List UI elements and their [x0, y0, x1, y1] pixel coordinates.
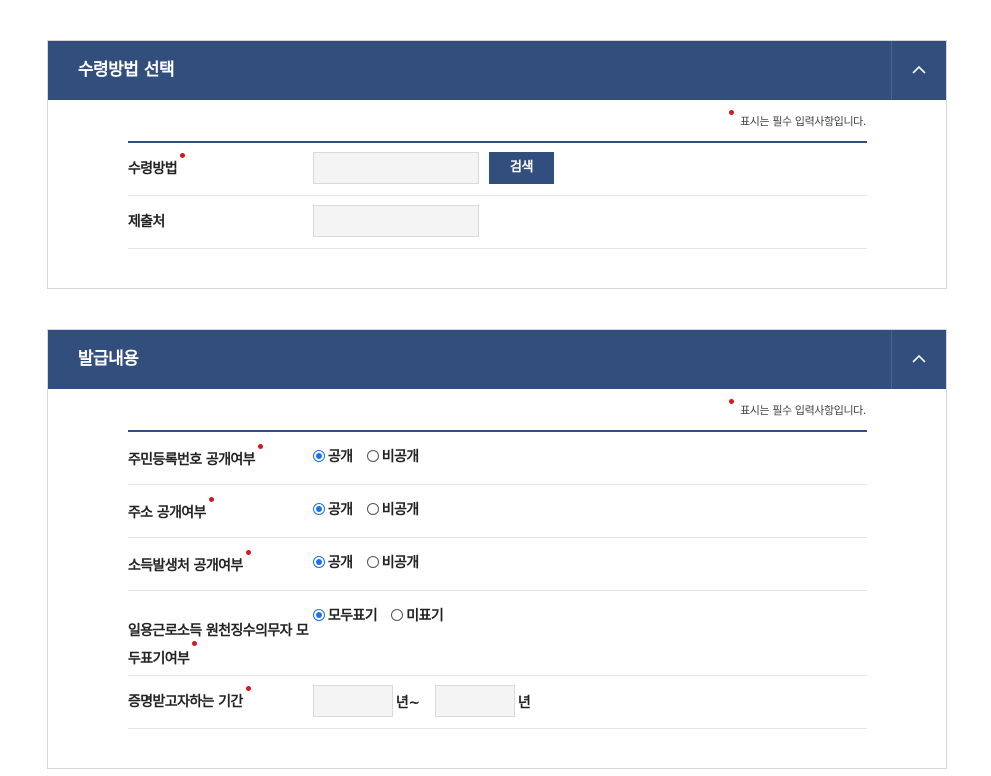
radio-unchecked-icon[interactable]: [391, 609, 404, 621]
daily-income-withholder-radio-group: 모두표기 미표기: [313, 605, 453, 625]
row-submit-to: 제출처: [128, 196, 867, 249]
income-source-disclosure-label: 소득발생처 공개여부: [128, 550, 251, 578]
panel-header: 발급내용: [48, 330, 946, 389]
radio-unchecked-icon[interactable]: [366, 503, 379, 515]
row-address-disclosure: 주소 공개여부 공개 비공개: [128, 485, 867, 538]
required-dot-icon: [258, 444, 264, 449]
income-source-disclosure-radio-group: 공개 비공개: [313, 552, 429, 572]
panel-title: 수령방법 선택: [78, 60, 175, 80]
radio-nondisclose[interactable]: 비공개: [366, 499, 419, 519]
required-dot-icon: [180, 153, 186, 158]
panel-title: 발급내용: [78, 349, 139, 369]
radio-unchecked-icon[interactable]: [366, 450, 379, 462]
row-receive-method: 수령방법 검색: [128, 143, 867, 196]
radio-disclose[interactable]: 공개: [313, 499, 353, 519]
submit-to-input[interactable]: [313, 205, 479, 237]
panel-header: 수령방법 선택: [48, 41, 946, 100]
period-from-unit: 년~: [396, 695, 420, 711]
rrn-disclosure-radio-group: 공개 비공개: [313, 446, 429, 466]
radio-disclose[interactable]: 공개: [313, 446, 353, 466]
required-dot-icon: [192, 641, 198, 646]
required-dot-icon: [245, 686, 251, 691]
daily-income-withholder-label: 일용근로소득 원천징수의무자 모 두표기여부: [128, 623, 309, 667]
period-to-unit: 년: [518, 695, 531, 711]
radio-disclose[interactable]: 공개: [313, 552, 353, 572]
issuance-content-panel: 발급내용 표시는 필수 입력사항입니다. 주민등록번호 공개여부 공개 비공개 …: [47, 329, 947, 769]
required-dot-icon: [245, 550, 251, 555]
required-note: 표시는 필수 입력사항입니다.: [729, 399, 866, 418]
receive-method-input[interactable]: [313, 152, 479, 184]
search-button[interactable]: 검색: [489, 152, 554, 184]
chevron-up-icon: [912, 354, 926, 363]
rrn-disclosure-label: 주민등록번호 공개여부: [128, 444, 264, 472]
radio-checked-icon[interactable]: [313, 556, 325, 568]
receive-method-panel: 수령방법 선택 표시는 필수 입력사항입니다. 수령방법 검색 제출처: [47, 40, 947, 289]
address-disclosure-label: 주소 공개여부: [128, 497, 214, 525]
row-rrn-disclosure: 주민등록번호 공개여부 공개 비공개: [128, 432, 867, 485]
row-income-source-disclosure: 소득발생처 공개여부 공개 비공개: [128, 538, 867, 591]
required-dot-icon: [729, 110, 735, 115]
row-daily-income-withholder: 일용근로소득 원천징수의무자 모 두표기여부 모두표기 미표기: [128, 591, 867, 676]
submit-to-label: 제출처: [128, 214, 165, 230]
radio-checked-icon[interactable]: [313, 503, 325, 515]
collapse-toggle-button[interactable]: [891, 330, 946, 389]
required-dot-icon: [729, 399, 735, 404]
required-dot-icon: [208, 497, 214, 502]
chevron-up-icon: [912, 65, 926, 74]
radio-nondisclose[interactable]: 비공개: [366, 446, 419, 466]
radio-nondisclose[interactable]: 비공개: [366, 552, 419, 572]
radio-unchecked-icon[interactable]: [366, 556, 379, 568]
period-label: 증명받고자하는 기간: [128, 686, 251, 714]
required-note: 표시는 필수 입력사항입니다.: [729, 110, 866, 129]
collapse-toggle-button[interactable]: [891, 41, 946, 100]
radio-not-shown[interactable]: 미표기: [391, 605, 444, 625]
radio-show-all[interactable]: 모두표기: [313, 605, 378, 625]
address-disclosure-radio-group: 공개 비공개: [313, 499, 429, 519]
row-period: 증명받고자하는 기간 년~ 년: [128, 676, 867, 729]
period-from-year-input[interactable]: [313, 685, 393, 717]
receive-method-label: 수령방법: [128, 153, 186, 181]
period-to-year-input[interactable]: [435, 685, 515, 717]
radio-checked-icon[interactable]: [313, 609, 325, 621]
radio-checked-icon[interactable]: [313, 450, 325, 462]
